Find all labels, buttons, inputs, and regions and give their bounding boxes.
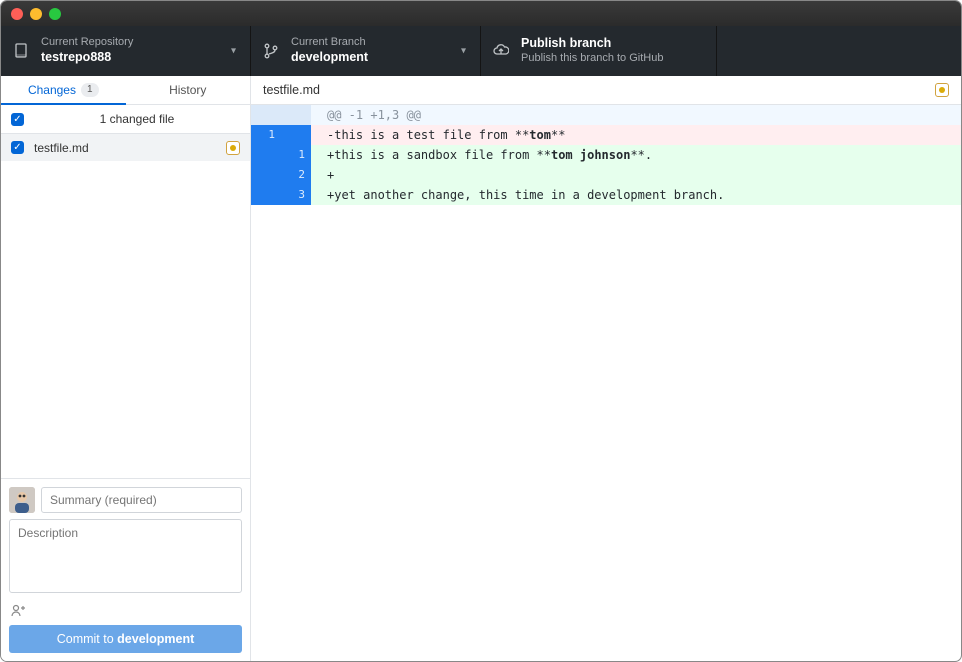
tab-changes-label: Changes <box>28 83 76 97</box>
commit-button-prefix: Commit to <box>57 632 117 646</box>
file-name: testfile.md <box>34 141 216 155</box>
repo-icon <box>13 42 31 60</box>
chevron-down-icon: ▾ <box>461 46 466 57</box>
diff-body[interactable]: @@ -1 +1,3 @@ 1 -this is a test file from… <box>251 105 961 661</box>
window-close-button[interactable] <box>11 8 23 20</box>
diff-line[interactable]: 1 -this is a test file from **tom** <box>251 125 961 145</box>
old-line-number <box>251 185 281 205</box>
changed-files-summary: ✓ 1 changed file <box>1 105 250 134</box>
commit-button-branch: development <box>117 632 194 646</box>
commit-form: Commit to development <box>1 478 250 661</box>
branch-icon <box>263 42 281 60</box>
tab-history-label: History <box>169 83 206 97</box>
avatar <box>9 487 35 513</box>
file-row[interactable]: ✓ testfile.md <box>1 134 250 161</box>
sidebar-tabs: Changes 1 History <box>1 76 250 105</box>
app-window: Current Repository testrepo888 ▾ Current… <box>0 0 962 662</box>
diff-file-name: testfile.md <box>263 83 935 97</box>
modified-status-icon <box>935 83 949 97</box>
window-zoom-button[interactable] <box>49 8 61 20</box>
diff-hunk-header: @@ -1 +1,3 @@ <box>251 105 961 125</box>
tab-history[interactable]: History <box>126 76 251 104</box>
diff-line[interactable]: 1 +this is a sandbox file from **tom john… <box>251 145 961 165</box>
toolbar-spacer <box>717 26 961 76</box>
publish-subtitle: Publish this branch to GitHub <box>521 52 704 66</box>
file-list: ✓ testfile.md <box>1 134 250 478</box>
new-line-number: 2 <box>281 165 311 185</box>
diff-header: testfile.md <box>251 76 961 105</box>
diff-code: + <box>321 165 961 185</box>
add-coauthor-button[interactable] <box>9 599 242 619</box>
publish-branch-button[interactable]: Publish branch Publish this branch to Gi… <box>481 26 717 76</box>
branch-name: development <box>291 50 468 66</box>
file-checkbox[interactable]: ✓ <box>11 141 24 154</box>
diff-line[interactable]: 3 +yet another change, this time in a dev… <box>251 185 961 205</box>
select-all-checkbox[interactable]: ✓ <box>11 113 24 126</box>
window-minimize-button[interactable] <box>30 8 42 20</box>
diff-code: +this is a sandbox file from **tom johns… <box>321 145 961 165</box>
old-line-number <box>251 145 281 165</box>
main-area: Changes 1 History ✓ 1 changed file ✓ tes… <box>1 76 961 661</box>
cloud-upload-icon <box>493 42 511 60</box>
toolbar: Current Repository testrepo888 ▾ Current… <box>1 26 961 76</box>
tab-changes[interactable]: Changes 1 <box>1 76 126 105</box>
titlebar <box>1 1 961 26</box>
chevron-down-icon: ▾ <box>231 46 236 57</box>
commit-description-input[interactable] <box>9 519 242 593</box>
modified-status-icon <box>226 141 240 155</box>
changed-files-count: 1 changed file <box>34 112 240 126</box>
diff-line[interactable]: 2+ <box>251 165 961 185</box>
branch-label: Current Branch <box>291 36 468 50</box>
new-line-number <box>281 125 311 145</box>
publish-title: Publish branch <box>521 36 704 52</box>
diff-code: -this is a test file from **tom** <box>321 125 961 145</box>
current-repository-dropdown[interactable]: Current Repository testrepo888 ▾ <box>1 26 251 76</box>
changes-count-badge: 1 <box>81 83 99 97</box>
old-line-number: 1 <box>251 125 281 145</box>
hunk-text: @@ -1 +1,3 @@ <box>321 105 961 125</box>
repo-label: Current Repository <box>41 36 238 50</box>
diff-panel: testfile.md @@ -1 +1,3 @@ 1 -this is a te… <box>251 76 961 661</box>
commit-summary-input[interactable] <box>41 487 242 513</box>
new-line-number: 3 <box>281 185 311 205</box>
diff-code: +yet another change, this time in a deve… <box>321 185 961 205</box>
sidebar: Changes 1 History ✓ 1 changed file ✓ tes… <box>1 76 251 661</box>
commit-button[interactable]: Commit to development <box>9 625 242 653</box>
current-branch-dropdown[interactable]: Current Branch development ▾ <box>251 26 481 76</box>
old-line-number <box>251 165 281 185</box>
repo-name: testrepo888 <box>41 50 238 66</box>
new-line-number: 1 <box>281 145 311 165</box>
